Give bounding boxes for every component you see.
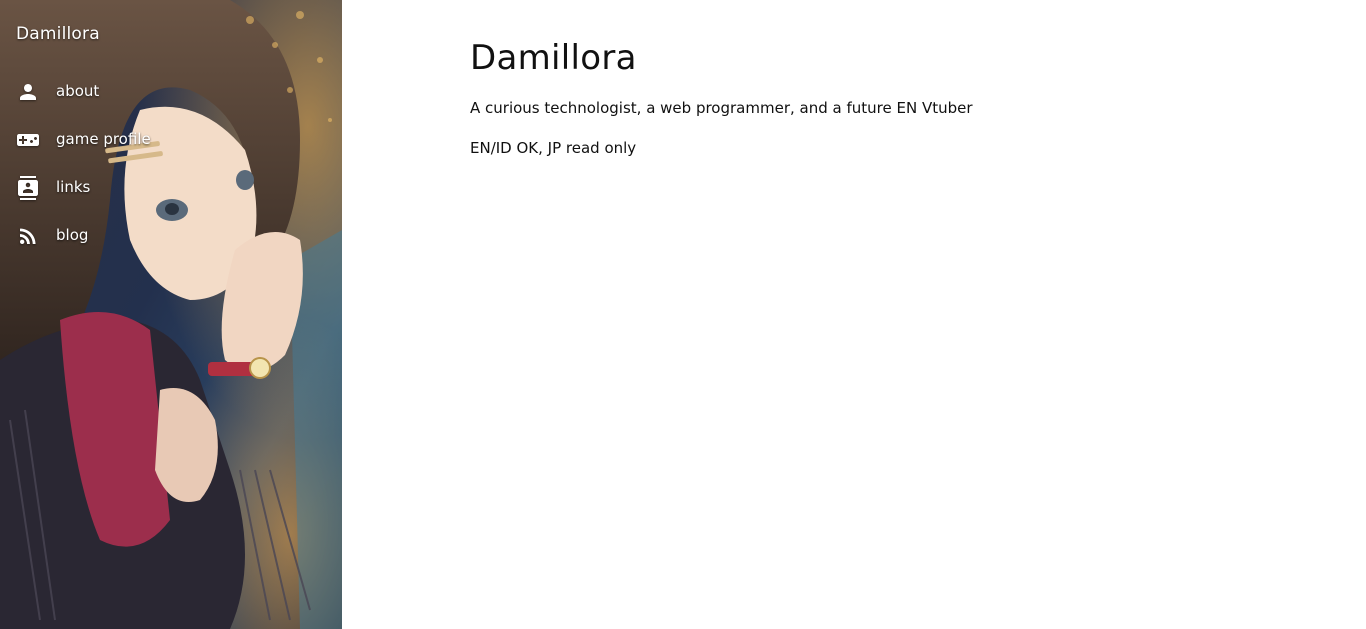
site-name[interactable]: Damillora xyxy=(16,24,100,44)
sidebar-item-label: links xyxy=(56,178,91,196)
main-content: Damillora A curious technologist, a web … xyxy=(470,38,1330,176)
sidebar-item-links[interactable]: links xyxy=(0,164,342,212)
person-icon xyxy=(16,80,40,104)
page: Damillora about game profile links blog … xyxy=(0,0,1366,629)
sidebar: Damillora about game profile links blog xyxy=(0,0,342,629)
language-paragraph: EN/ID OK, JP read only xyxy=(470,139,637,157)
bio-paragraph: A curious technologist, a web programmer… xyxy=(470,99,973,117)
sidebar-nav: about game profile links blog xyxy=(0,68,342,260)
sidebar-item-label: blog xyxy=(56,226,89,244)
sidebar-item-label: game profile xyxy=(56,130,151,148)
sidebar-item-blog[interactable]: blog xyxy=(0,212,342,260)
sidebar-item-about[interactable]: about xyxy=(0,68,342,116)
sidebar-item-game-profile[interactable]: game profile xyxy=(0,116,342,164)
page-title: Damillora xyxy=(470,38,637,78)
gamepad-icon xyxy=(16,128,40,152)
rss-icon xyxy=(16,224,40,248)
sidebar-item-label: about xyxy=(56,82,100,100)
sidebar-content: Damillora about game profile links blog xyxy=(0,0,342,629)
contact-card-icon xyxy=(16,176,40,200)
